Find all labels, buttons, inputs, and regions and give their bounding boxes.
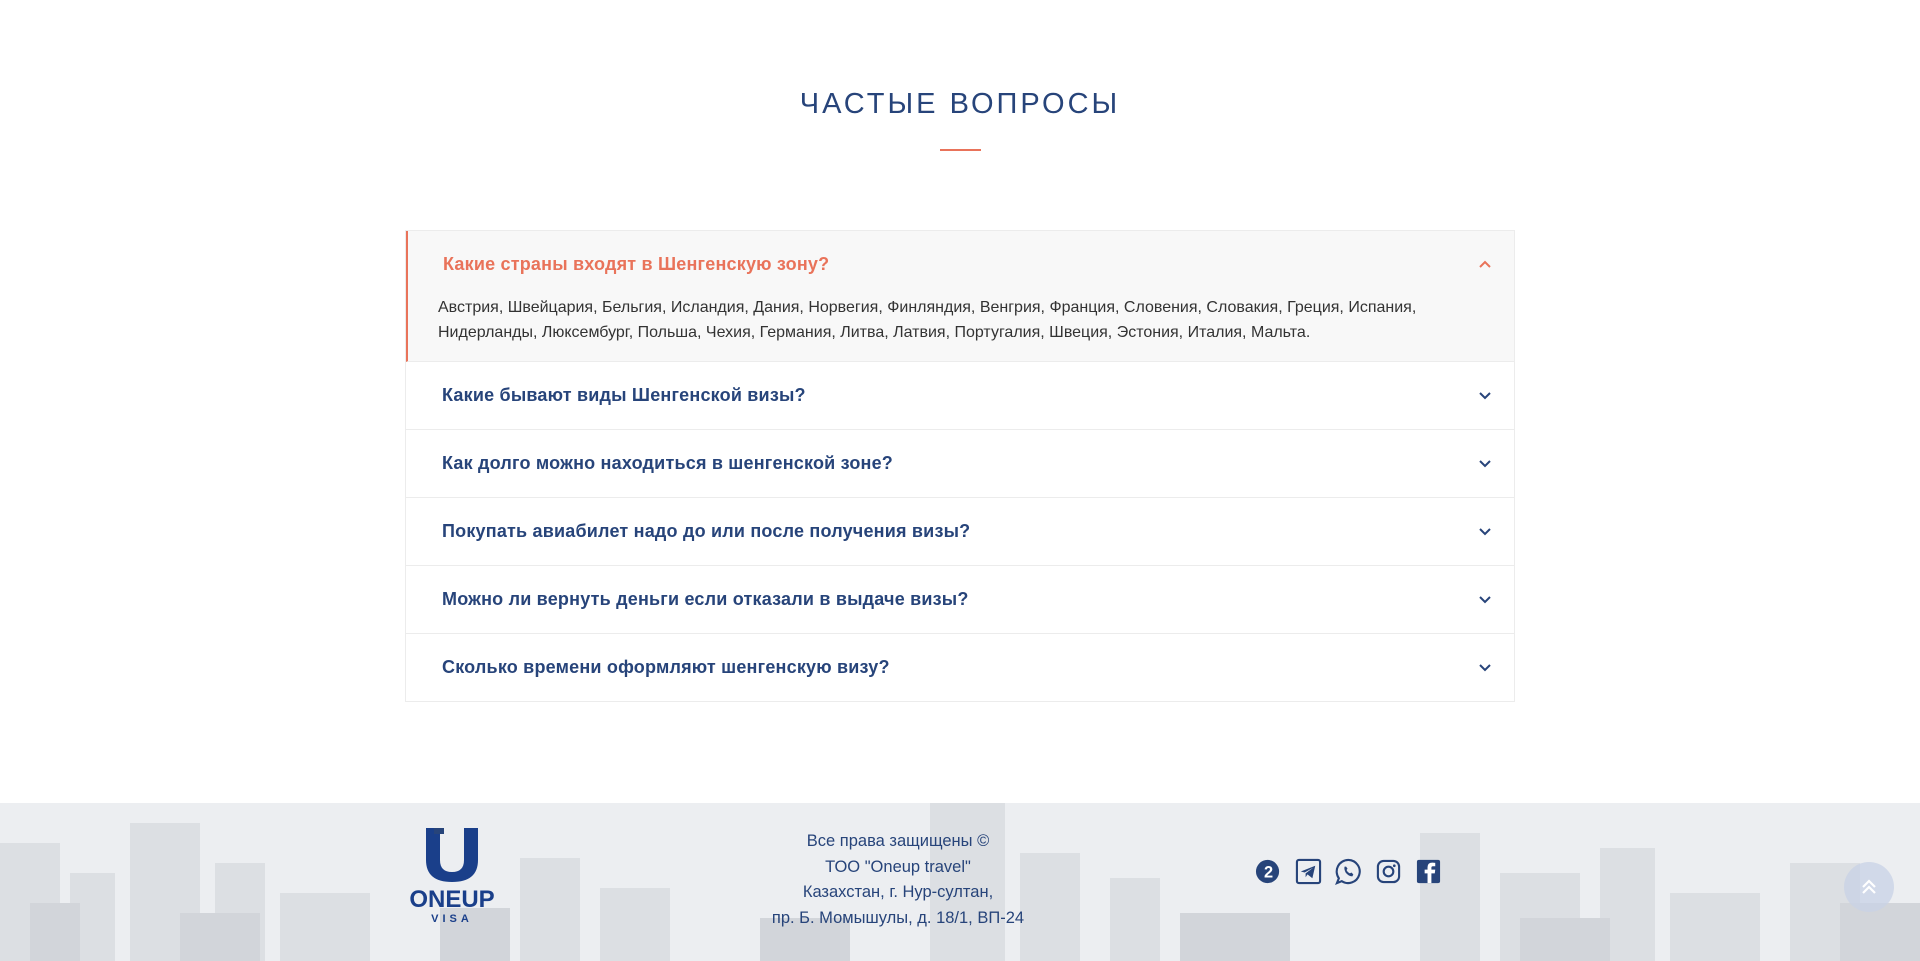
faq-question-toggle[interactable]: Можно ли вернуть деньги если отказали в … [406,566,1514,633]
telegram-icon[interactable] [1294,857,1322,885]
faq-accordion: Какие страны входят в Шенгенскую зону? А… [405,230,1515,702]
faq-question-toggle[interactable]: Покупать авиабилет надо до или после пол… [406,498,1514,565]
company-name: ТОО "Oneup travel" [825,857,971,876]
faq-question-toggle[interactable]: Какие бывают виды Шенгенской визы? [406,362,1514,429]
faq-question-toggle[interactable]: Сколько времени оформляют шенгенскую виз… [406,634,1514,701]
social-links: 2 [1254,857,1442,885]
faq-question: Можно ли вернуть деньги если отказали в … [442,589,969,609]
faq-question: Как долго можно находиться в шенгенской … [442,453,893,473]
scroll-to-top-button[interactable] [1844,862,1894,912]
faq-question-toggle[interactable]: Как долго можно находиться в шенгенской … [406,430,1514,497]
2gis-icon[interactable]: 2 [1254,857,1282,885]
faq-question: Сколько времени оформляют шенгенскую виз… [442,657,890,677]
faq-question: Какие страны входят в Шенгенскую зону? [443,253,830,274]
faq-section: ЧАСТЫЕ ВОПРОСЫ Какие страны входят в Шен… [0,0,1920,803]
chevron-up-icon[interactable] [1478,257,1492,271]
whatsapp-icon[interactable] [1334,857,1362,885]
svg-text:2: 2 [1263,863,1272,881]
faq-item-stay-duration: Как долго можно находиться в шенгенской … [406,430,1514,498]
faq-question: Какие бывают виды Шенгенской визы? [442,385,806,405]
faq-item-visa-types: Какие бывают виды Шенгенской визы? [406,362,1514,430]
logo-name: ONEUP [409,886,495,913]
logo-u-icon [426,828,478,882]
facebook-icon[interactable] [1414,857,1442,885]
faq-item-ticket: Покупать авиабилет надо до или после пол… [406,498,1514,566]
chevron-down-icon[interactable] [1478,457,1492,471]
chevron-down-icon[interactable] [1478,389,1492,403]
address-street: пр. Б. Момышулы, д. 18/1, ВП-24 [771,908,1025,927]
faq-item-processing-time: Сколько времени оформляют шенгенскую виз… [406,634,1514,701]
oneup-visa-logo[interactable]: ONEUP VISA [404,826,500,926]
faq-item-schengen-countries: Какие страны входят в Шенгенскую зону? А… [406,231,1514,362]
chevron-down-icon[interactable] [1478,593,1492,607]
chevron-down-icon[interactable] [1478,661,1492,675]
instagram-icon[interactable] [1374,857,1402,885]
chevron-down-icon[interactable] [1478,525,1492,539]
faq-answer-line: Австрия, Швейцария, Бельгия, Исландия, Д… [438,299,1417,316]
faq-answer-line: Нидерланды, Люксембург, Польша, Чехия, Г… [438,324,1311,341]
faq-item-refund: Можно ли вернуть деньги если отказали в … [406,566,1514,634]
faq-answer: Австрия, Швейцария, Бельгия, Исландия, Д… [408,295,1514,361]
address-city: Казахстан, г. Нур-султан, [802,883,994,901]
faq-question: Покупать авиабилет надо до или после пол… [442,521,971,541]
double-chevron-up-icon [1862,879,1876,894]
copyright-text: Все права защищены © [806,832,990,850]
faq-question-toggle[interactable]: Какие страны входят в Шенгенскую зону? [408,231,1514,297]
title-underline [940,149,981,151]
faq-title: ЧАСТЫЕ ВОПРОСЫ [799,88,1121,120]
logo-sub: VISA [431,913,473,925]
footer-company-info: Все права защищены © ТОО "Oneup travel" … [698,829,1098,931]
